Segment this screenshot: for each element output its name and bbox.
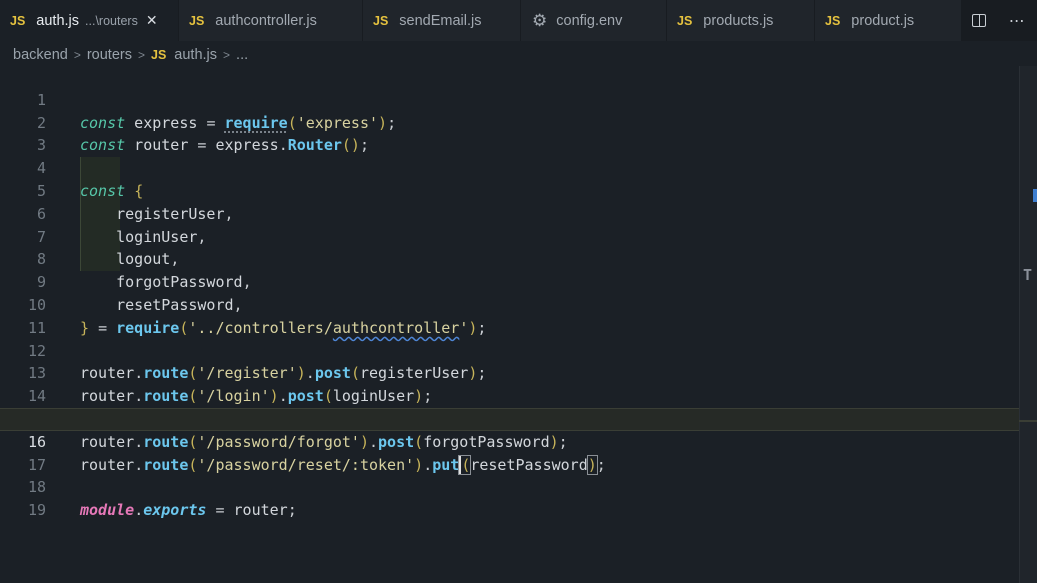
tab-label: product.js: [851, 12, 915, 29]
breadcrumb-file[interactable]: auth.js: [174, 47, 217, 63]
editor-actions: ⋯: [961, 0, 1037, 41]
js-file-icon: JS: [189, 13, 205, 28]
scroll-position-marker: [1033, 189, 1037, 202]
code-line-3[interactable]: 3: [0, 112, 1019, 154]
code-line-5[interactable]: 5 registerUser,: [0, 157, 1019, 223]
split-editor-icon[interactable]: [972, 14, 987, 27]
tab-label: products.js: [703, 12, 774, 29]
chevron-right-icon: >: [137, 48, 145, 62]
tab-config-env[interactable]: ⚙ config.env: [521, 0, 666, 41]
code-line-11[interactable]: 11: [0, 294, 1019, 337]
vscode-window: JS auth.js ...\routers ✕ JS authcontroll…: [0, 0, 1037, 583]
chevron-right-icon: >: [223, 48, 231, 62]
breadcrumb-folder-routers[interactable]: routers: [87, 47, 132, 63]
code-line-12[interactable]: 12 router.route('/register').post(regist…: [0, 317, 1019, 383]
code-line-4[interactable]: 4 const {: [0, 134, 1019, 200]
js-file-icon: JS: [373, 13, 389, 28]
editor-tab-bar: JS auth.js ...\routers ✕ JS authcontroll…: [0, 0, 1037, 41]
js-file-icon: JS: [677, 13, 693, 28]
code-editor[interactable]: 1 const express = require('express'); 2 …: [0, 66, 1019, 583]
scrollbar-glyph: T: [1023, 266, 1033, 284]
code-line-7[interactable]: 7 logout,: [0, 203, 1019, 269]
more-actions-icon[interactable]: ⋯: [1009, 11, 1026, 30]
code-line-8[interactable]: 8 forgotPassword,: [0, 226, 1019, 291]
tab-description: ...\routers: [85, 13, 138, 28]
code-line-1[interactable]: 1 const express = require('express');: [0, 66, 1019, 132]
chevron-right-icon: >: [73, 48, 81, 62]
tab-label: authcontroller.js: [215, 12, 317, 29]
code-line-6[interactable]: 6 loginUser,: [0, 180, 1019, 246]
js-file-icon: JS: [10, 13, 26, 28]
line-number: 19: [27, 501, 46, 520]
gear-icon: ⚙: [532, 10, 548, 30]
tab-label: auth.js: [36, 12, 80, 29]
vertical-scrollbar[interactable]: T: [1019, 66, 1037, 583]
tab-sendemail-js[interactable]: JS sendEmail.js: [363, 0, 520, 41]
breadcrumb-folder-backend[interactable]: backend: [13, 47, 68, 63]
code-line-2[interactable]: 2 const router = express.Router();: [0, 89, 1019, 155]
current-line-marker: [1019, 420, 1037, 422]
js-file-icon: JS: [151, 48, 167, 62]
code-line-18[interactable]: 18 module.exports = router;: [0, 454, 1019, 519]
code-line-15[interactable]: 15 router.route('/password/forgot').post…: [0, 385, 1019, 451]
code-text: module.exports = router;: [80, 501, 297, 520]
tab-label: config.env: [556, 12, 623, 29]
tab-authcontroller-js[interactable]: JS authcontroller.js: [179, 0, 362, 41]
code-line-13[interactable]: 13 router.route('/login').post(loginUser…: [0, 340, 1019, 405]
tab-auth-js[interactable]: JS auth.js ...\routers ✕: [0, 0, 178, 41]
code-line-10[interactable]: 10 } = require('../controllers/authcontr…: [0, 271, 1019, 337]
code-line-9[interactable]: 9 resetPassword,: [0, 248, 1019, 314]
code-line-14[interactable]: 14 router.route('/logout').get(logout);: [0, 362, 1019, 428]
breadcrumb-symbol[interactable]: ...: [236, 47, 248, 63]
code-line-19[interactable]: 19: [0, 476, 1019, 519]
breadcrumb: backend > routers > JS auth.js > ...: [13, 44, 248, 66]
js-file-icon: JS: [825, 13, 841, 28]
code-line-16[interactable]: 16 router.route('/password/reset/:token'…: [0, 408, 1019, 475]
code-line-17[interactable]: 17: [0, 431, 1019, 474]
tab-label: sendEmail.js: [399, 12, 482, 29]
close-icon[interactable]: ✕: [146, 12, 158, 29]
tab-products-js[interactable]: JS products.js: [667, 0, 814, 41]
tab-product-js[interactable]: JS product.js: [815, 0, 961, 41]
